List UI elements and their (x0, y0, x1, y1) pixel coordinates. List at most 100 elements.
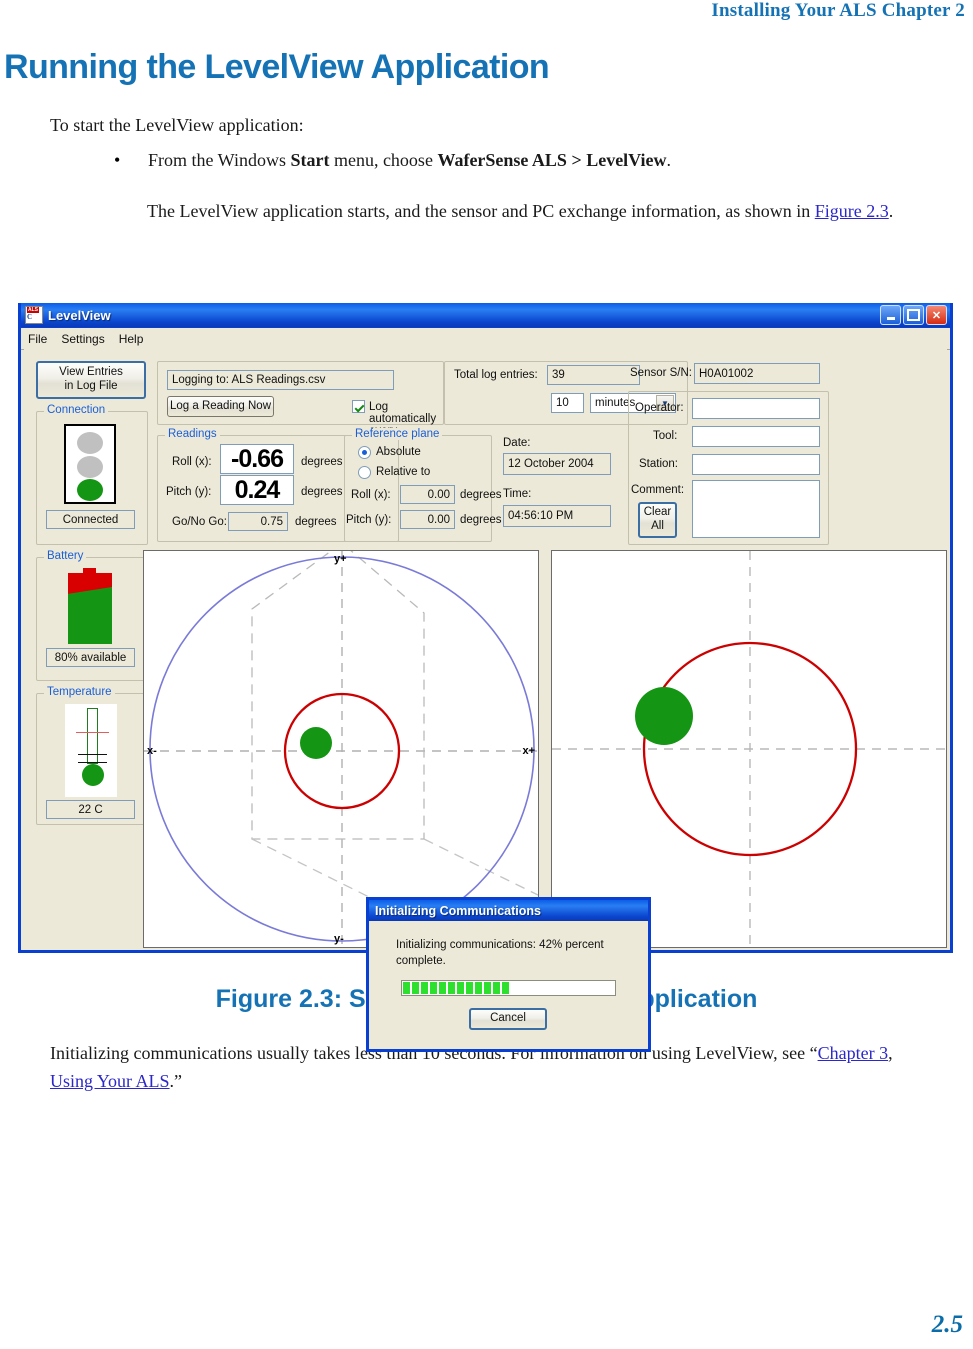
level-plot-left[interactable]: x- x+ y+ y- (143, 550, 539, 948)
temperature-group: Temperature 22 C (36, 686, 148, 825)
tool-label: Tool: (653, 430, 678, 442)
tool-field[interactable] (692, 426, 820, 447)
bullet-prefix: From the Windows (148, 150, 291, 170)
view-entries-line-1: View Entries (59, 366, 123, 379)
progress-block (502, 982, 509, 994)
view-entries-in-log-file-button[interactable]: View Entries in Log File (36, 361, 146, 399)
menu-item-help[interactable]: Help (119, 332, 144, 346)
client-area: View Entries in Log File Connection Conn… (24, 349, 947, 1052)
plot-y-plus-label: y+ (334, 553, 347, 565)
progress-block (448, 982, 455, 994)
comment-field[interactable] (692, 480, 820, 538)
roll-x-units: degrees (301, 456, 343, 468)
go-no-go-units: degrees (295, 516, 337, 528)
levelview-app-window: ALS C LevelView ✕ File Settings Help Vie… (18, 303, 953, 1052)
close-button[interactable]: ✕ (926, 305, 947, 325)
maximize-button[interactable] (903, 305, 924, 325)
ref-pitch-y-units: degrees (460, 514, 502, 526)
thermometer-high-mark (76, 732, 109, 733)
view-entries-line-2: in Log File (64, 380, 118, 392)
battery-body (68, 573, 112, 644)
intro-paragraph: To start the LevelView application: (50, 115, 304, 135)
time-field: 04:56:10 PM (503, 505, 611, 527)
plot-right-level-marker (635, 687, 693, 745)
clear-all-line-2: All (651, 520, 664, 532)
sensor-sn-field: H0A01002 (694, 363, 820, 384)
progress-block (439, 982, 446, 994)
station-field[interactable] (692, 454, 820, 475)
clear-all-button[interactable]: Clear All (638, 502, 677, 538)
sensor-info-group: Operator: Tool: Station: Comment: Clear … (628, 391, 829, 545)
log-automatically-checkbox[interactable] (352, 400, 365, 413)
progress-bar-fill (403, 982, 614, 994)
ref-pitch-y-label: Pitch (y): (346, 514, 392, 526)
ref-roll-x-units: degrees (460, 489, 502, 501)
operator-label: Operator: (635, 402, 684, 414)
bullet-mid: menu, choose (329, 150, 438, 170)
dialog-message: Initializing communications: 42% percent… (396, 939, 604, 967)
roll-x-label: Roll (x): (172, 456, 212, 468)
connection-traffic-light (64, 424, 116, 504)
roll-x-value: -0.66 (220, 444, 294, 474)
using-your-als-link[interactable]: Using Your ALS (50, 1071, 170, 1091)
window-title: LevelView (48, 307, 111, 323)
plot-x-minus-label: x- (147, 745, 157, 757)
thermometer-bulb (82, 764, 104, 786)
ref-roll-x-field[interactable]: 0.00 (400, 485, 455, 504)
page-number: 2.5 (931, 1311, 963, 1338)
menu-item-file[interactable]: File (28, 332, 47, 346)
ref-roll-x-label: Roll (x): (351, 489, 391, 501)
close-icon: ✕ (931, 309, 942, 322)
pitch-y-label: Pitch (y): (166, 486, 212, 498)
log-a-reading-now-button[interactable]: Log a Reading Now (167, 396, 274, 417)
figure-cross-reference-link[interactable]: Figure 2.3 (815, 201, 889, 221)
closing-mid: , (888, 1043, 893, 1063)
level-plot-right[interactable] (551, 550, 947, 948)
window-title-bar: ALS C LevelView ✕ (21, 303, 950, 328)
cancel-button[interactable]: Cancel (469, 1008, 547, 1030)
pitch-y-units: degrees (301, 486, 343, 498)
running-header: Installing Your ALS Chapter 2 (711, 0, 965, 21)
reference-plane-group: Reference plane Absolute Relative to Rol… (344, 428, 502, 542)
menu-item-settings[interactable]: Settings (61, 332, 104, 346)
bullet-marker: • (114, 150, 121, 170)
connection-group: Connection Connected (36, 404, 148, 545)
operator-field[interactable] (692, 398, 820, 419)
time-label: Time: (503, 488, 532, 500)
para-text-end: . (888, 201, 894, 221)
closing-end: .” (169, 1070, 183, 1091)
window-controls: ✕ (880, 305, 947, 325)
logging-to-field: Logging to: ALS Readings.csv (167, 370, 394, 390)
yellow-light (77, 456, 103, 478)
minimize-button[interactable] (880, 305, 901, 325)
battery-group-title: Battery (44, 550, 87, 562)
comment-label: Comment: (631, 484, 685, 496)
level-plot-right-svg (552, 551, 946, 947)
progress-bar (401, 980, 616, 996)
connection-status-field: Connected (46, 510, 135, 529)
clear-all-line-1: Clear (643, 506, 672, 519)
progress-block (475, 982, 482, 994)
station-label: Station: (639, 458, 678, 470)
sensor-sn-label: Sensor S/N: (630, 367, 692, 379)
date-field: 12 October 2004 (503, 453, 611, 475)
thermometer-gauge (65, 704, 117, 797)
absolute-radio[interactable] (358, 446, 371, 459)
initializing-communications-dialog: Initializing Communications Initializing… (366, 897, 651, 1052)
para-text: The LevelView application starts, and th… (147, 201, 815, 221)
thermometer-mid-mark-1 (78, 754, 107, 755)
page-title: Running the LevelView Application (4, 48, 550, 86)
chapter-3-link[interactable]: Chapter 3 (818, 1043, 888, 1063)
battery-gauge (68, 568, 112, 644)
progress-block (421, 982, 428, 994)
relative-to-radio[interactable] (358, 466, 371, 479)
ref-pitch-y-field[interactable]: 0.00 (400, 510, 455, 529)
bullet-suffix: . (666, 150, 672, 170)
absolute-label: Absolute (376, 446, 421, 458)
temperature-group-title: Temperature (44, 686, 115, 698)
connection-group-title: Connection (44, 404, 109, 416)
bullet-bold-start: Start (290, 150, 330, 170)
green-light (77, 479, 103, 501)
minimize-icon (886, 316, 895, 320)
go-no-go-label: Go/No Go: (172, 516, 227, 528)
